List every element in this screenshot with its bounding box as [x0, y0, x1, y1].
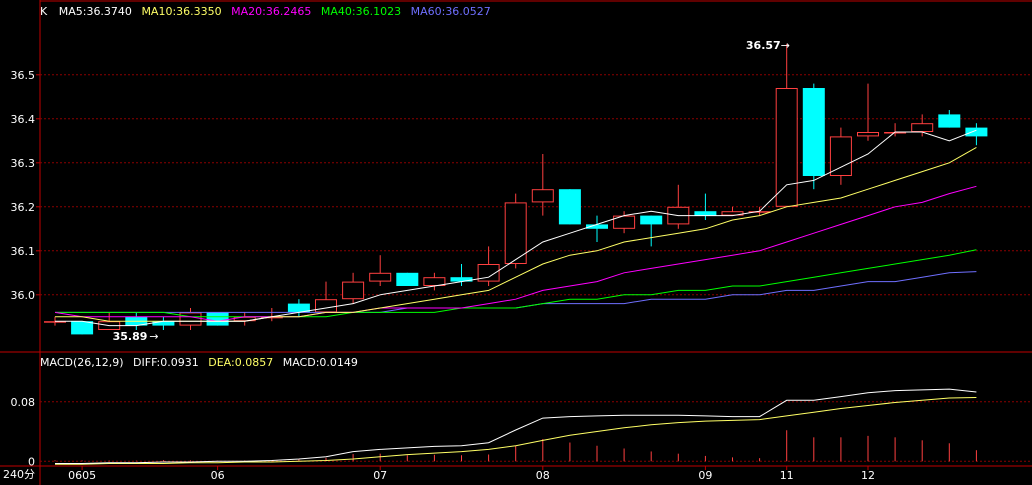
candle-body-down [206, 312, 229, 326]
candle-body-down [152, 321, 175, 326]
price-tick-label: 36.0 [11, 289, 36, 302]
candle-body-down [965, 127, 988, 137]
candle-body-up [857, 132, 879, 137]
candle-body-up [531, 189, 554, 203]
candle-body-down [640, 215, 663, 225]
legend-ma10: MA10:36.3350 [141, 5, 221, 18]
candle-body-up [829, 136, 852, 176]
legend-ma5: MA5:36.3740 [59, 5, 132, 18]
svg-text:MACD(26,12,9) DIFF:0.0931: MACD(26,12,9) DIFF:0.0931 DEA:0.0857 MAC… [40, 356, 358, 369]
high-arrow-icon: → [781, 39, 790, 52]
candle-body-down [938, 114, 961, 128]
legend-ma20: MA20:36.2465 [231, 5, 311, 18]
macd-panel [54, 388, 977, 465]
candle-body-down [558, 189, 581, 225]
period-label: 240分 [3, 468, 35, 481]
price-tick-label: 36.5 [11, 69, 36, 82]
macd-value: MACD:0.0149 [283, 356, 358, 369]
candle-body-up [44, 321, 66, 323]
x-tick-label: 11 [780, 469, 794, 482]
candle-body-up [179, 312, 202, 326]
legend-ma60: MA60:36.0527 [411, 5, 491, 18]
x-tick-label: 08 [536, 469, 550, 482]
macd-tick-label: 0.08 [11, 396, 36, 409]
candle-body-down [396, 272, 419, 286]
candle-body-down [450, 277, 473, 282]
price-tick-label: 36.2 [11, 201, 36, 214]
x-tick-label: 07 [373, 469, 387, 482]
price-tick-label: 36.4 [11, 113, 36, 126]
candle-body-up [911, 123, 934, 132]
x-tick-label: 12 [861, 469, 875, 482]
candle-body-down [71, 321, 94, 335]
macd-tick-label: 0 [28, 455, 35, 468]
candle-body-up [342, 281, 365, 300]
macd-title: MACD(26,12,9) [40, 356, 124, 369]
candle-body-down [694, 211, 717, 216]
macd-dea: DEA:0.0857 [208, 356, 273, 369]
candle-body-up [775, 88, 798, 207]
candle-body-up [369, 272, 392, 282]
legend-k: K [40, 5, 48, 18]
price-tick-label: 36.1 [11, 245, 36, 258]
legend-ma40: MA40:36.1023 [321, 5, 401, 18]
x-tick-label: 06 [211, 469, 225, 482]
x-tick-label: 0605 [68, 469, 96, 482]
macd-diff: DIFF:0.0931 [133, 356, 199, 369]
svg-text:K MA5:36.3740 MA10:36.: K MA5:36.3740 MA10:36.3350 MA20:36.2465 … [40, 5, 491, 18]
price-tick-label: 36.3 [11, 157, 36, 170]
stock-chart: 36.5 36.4 36.3 36.2 36.1 36.0 0.08 0 0605 06 07 08 0… [0, 0, 1032, 485]
candles [44, 44, 988, 335]
low-arrow-icon: → [149, 330, 158, 343]
high-annotation: 36.57 [746, 39, 781, 52]
low-annotation: 35.89 [113, 330, 148, 343]
candle-body-up [315, 299, 337, 313]
grid-lines [40, 74, 1032, 462]
x-tick-label: 09 [698, 469, 712, 482]
candle-body-down [802, 88, 825, 176]
